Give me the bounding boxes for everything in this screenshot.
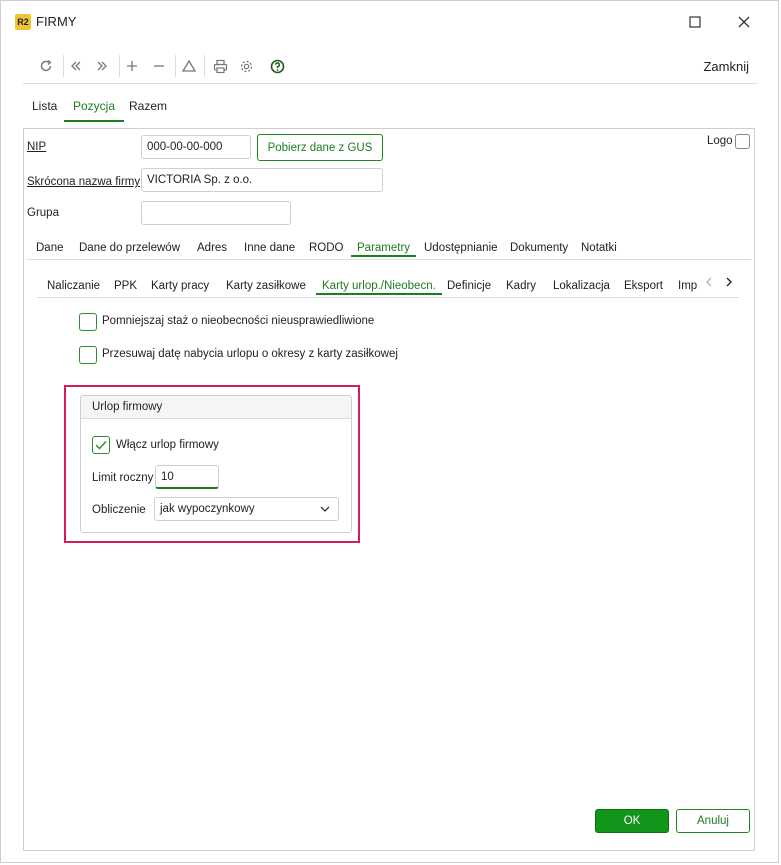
enable-company-vacation-label: Włącz urlop firmowy [116, 439, 219, 451]
refresh-button[interactable] [35, 55, 57, 77]
group-field[interactable] [141, 201, 291, 225]
company-vacation-group: Urlop firmowy Włącz urlop firmowy Limit … [80, 395, 352, 533]
close-icon [738, 16, 750, 28]
window-title: FIRMY [36, 14, 77, 29]
nip-label: NIP [27, 141, 47, 153]
tabs-scroll-right-button[interactable] [721, 274, 737, 290]
double-chevron-left-icon [71, 61, 81, 71]
subtab-karty-pracy[interactable]: Karty pracy [151, 280, 209, 292]
short-name-label: Skrócona nazwa firmy [27, 176, 141, 188]
tab-notatki[interactable]: Notatki [581, 242, 617, 254]
printer-icon [213, 59, 227, 73]
checkmark-icon [95, 441, 107, 450]
toolbar: Zamknij [23, 49, 757, 84]
subtab-eksport[interactable]: Eksport [624, 280, 663, 292]
print-button[interactable] [209, 55, 231, 77]
double-chevron-right-icon [97, 61, 107, 71]
tabs-scroll-left-button[interactable] [701, 274, 717, 290]
refresh-icon [40, 59, 52, 72]
triangle-icon [182, 59, 196, 72]
maximize-button[interactable] [681, 9, 709, 35]
subtab-naliczanie[interactable]: Naliczanie [47, 280, 100, 292]
close-window-button[interactable] [730, 9, 758, 35]
group-label: Grupa [27, 207, 59, 219]
tab-adres[interactable]: Adres [197, 242, 227, 254]
subtab-lokalizacja[interactable]: Lokalizacja [553, 280, 610, 292]
chevron-down-icon [320, 506, 330, 512]
subtab-karty-zasilkowe[interactable]: Karty zasiłkowe [226, 280, 306, 292]
tab-udostepnianie[interactable]: Udostępnianie [424, 242, 498, 254]
subtab-import[interactable]: Imp [678, 280, 697, 292]
settings-button[interactable] [235, 55, 257, 77]
shift-vacation-date-checkbox[interactable] [79, 346, 97, 364]
tab-lista[interactable]: Lista [32, 99, 57, 119]
tab-razem[interactable]: Razem [129, 99, 167, 119]
fetch-gus-button[interactable]: Pobierz dane z GUS [257, 134, 383, 161]
minus-icon [154, 65, 164, 67]
maximize-icon [689, 16, 701, 28]
delete-button[interactable] [148, 55, 170, 77]
calculation-select[interactable]: jak wypoczynkowy [154, 497, 339, 521]
tab-dane-do-przelewow[interactable]: Dane do przelewów [79, 242, 180, 254]
reduce-seniority-checkbox[interactable] [79, 313, 97, 331]
enable-company-vacation-checkbox[interactable] [92, 436, 110, 454]
tab-parametry[interactable]: Parametry [350, 242, 417, 257]
subtab-ppk[interactable]: PPK [114, 280, 137, 292]
warning-button[interactable] [178, 55, 200, 77]
gear-icon [240, 60, 252, 72]
tab-inne-dane[interactable]: Inne dane [244, 242, 295, 254]
annual-limit-field[interactable]: 10 [155, 465, 219, 489]
add-button[interactable] [121, 55, 143, 77]
plus-icon [127, 61, 137, 71]
tab-pozycja[interactable]: Pozycja [63, 99, 125, 122]
help-icon [270, 59, 284, 73]
help-button[interactable] [266, 55, 288, 77]
short-name-field[interactable]: VICTORIA Sp. z o.o. [141, 168, 383, 192]
title-bar: R2 FIRMY [1, 1, 780, 43]
tab-rodo[interactable]: RODO [309, 242, 344, 254]
annual-limit-label: Limit roczny [92, 472, 154, 484]
shift-vacation-date-label: Przesuwaj datę nabycia urlopu o okresy z… [102, 348, 398, 360]
tab-dane[interactable]: Dane [36, 242, 64, 254]
group-title: Urlop firmowy [92, 401, 163, 413]
subtab-karty-urlop[interactable]: Karty urlop./Nieobecn. [316, 280, 442, 295]
chevron-right-icon [726, 277, 732, 287]
logo-checkbox[interactable] [735, 134, 750, 149]
last-record-button[interactable] [91, 55, 113, 77]
logo-label: Logo [707, 135, 733, 147]
app-logo-icon: R2 [15, 14, 31, 30]
first-record-button[interactable] [65, 55, 87, 77]
calculation-label: Obliczenie [92, 504, 146, 516]
firmy-window: R2 FIRMY Zamknij Lista Pozycja Razem NIP… [0, 0, 779, 863]
calculation-selected-value: jak wypoczynkowy [160, 503, 255, 515]
subtab-kadry[interactable]: Kadry [506, 280, 536, 292]
ok-button[interactable]: OK [595, 809, 669, 833]
nip-field[interactable]: 000-00-00-000 [141, 135, 251, 159]
subtab-definicje[interactable]: Definicje [447, 280, 491, 292]
reduce-seniority-label: Pomniejszaj staż o nieobecności nieuspra… [102, 315, 375, 327]
tab-dokumenty[interactable]: Dokumenty [510, 242, 568, 254]
cancel-button[interactable]: Anuluj [676, 809, 750, 833]
close-button[interactable]: Zamknij [703, 59, 749, 74]
chevron-left-icon [706, 277, 712, 287]
